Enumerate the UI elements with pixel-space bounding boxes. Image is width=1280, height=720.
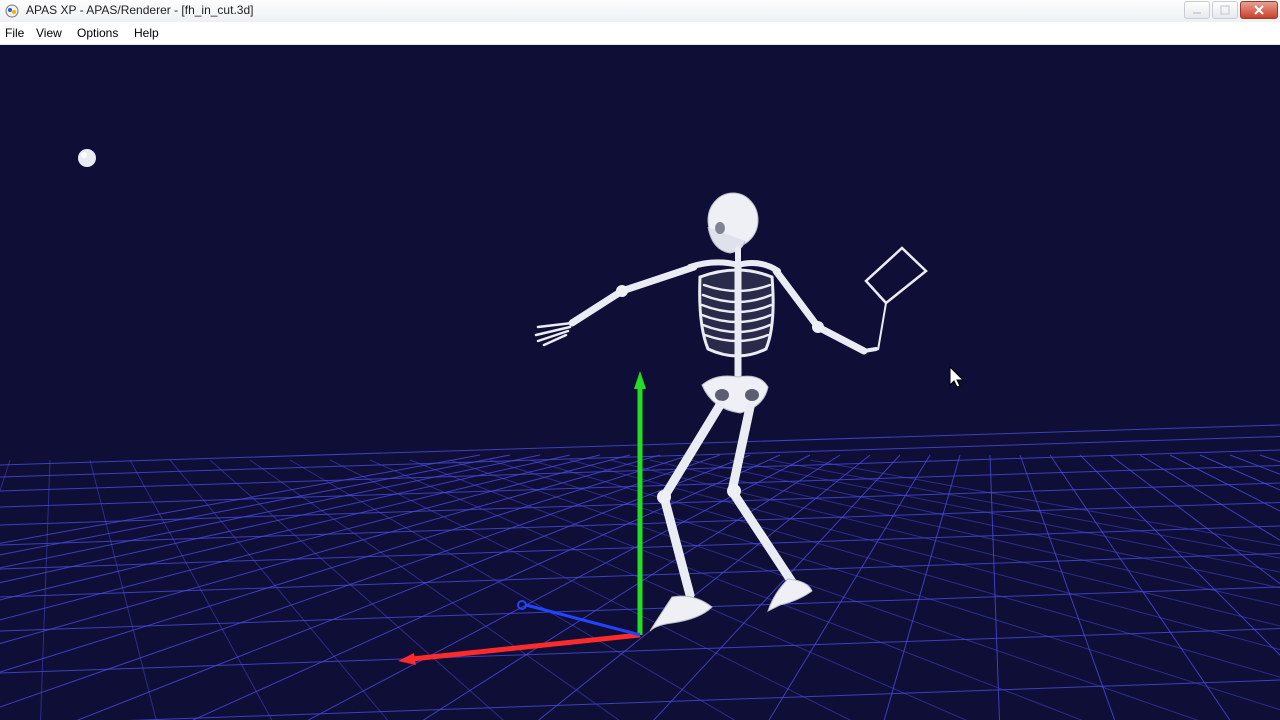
render-viewport[interactable] [0,45,1280,720]
title-bar: APAS XP - APAS/Renderer - [fh_in_cut.3d] [0,0,1280,23]
menu-bar: File View Options Help [0,22,1280,45]
menu-view[interactable]: View [36,26,62,40]
maximize-icon [1220,5,1230,15]
menu-file[interactable]: File [5,26,24,40]
minimize-icon [1193,12,1201,14]
minimize-button[interactable] [1184,1,1210,19]
coordinate-axes [398,371,646,665]
skeleton-model [534,192,928,632]
close-button[interactable] [1240,1,1278,19]
window-title: APAS XP - APAS/Renderer - [fh_in_cut.3d] [26,3,254,17]
ball [78,149,96,167]
menu-help[interactable]: Help [134,26,159,40]
menu-options[interactable]: Options [77,26,118,40]
app-icon[interactable] [4,3,20,19]
maximize-button[interactable] [1212,1,1238,19]
close-icon [1254,5,1264,15]
racket [864,246,928,351]
mouse-cursor-icon [949,365,965,388]
